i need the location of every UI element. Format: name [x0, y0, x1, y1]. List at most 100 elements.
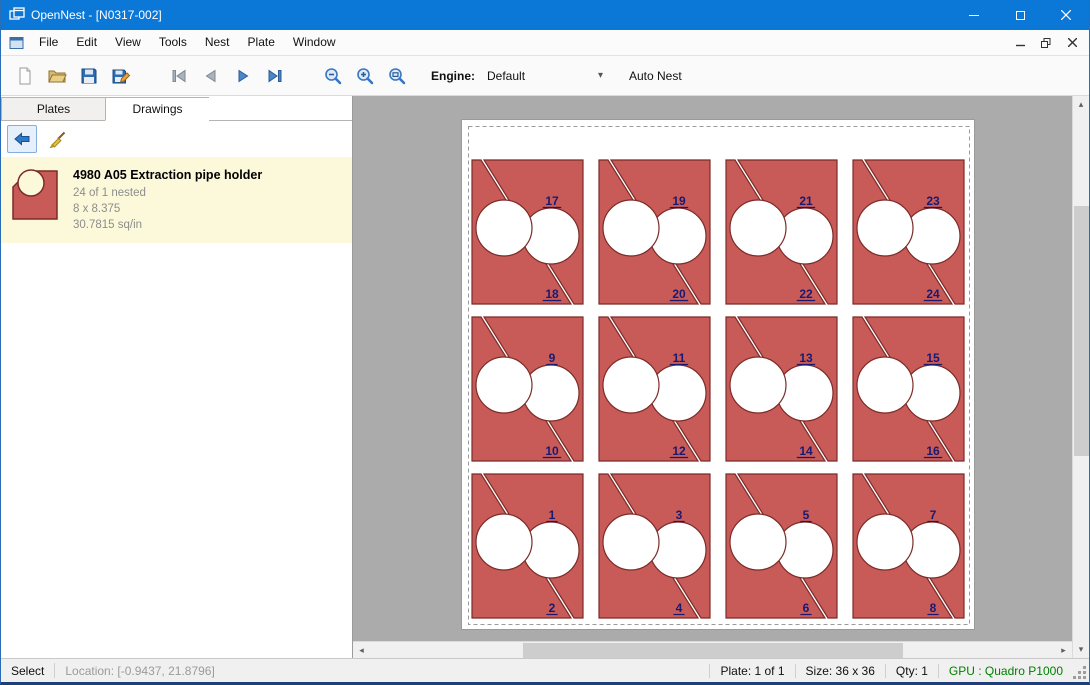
status-plate: Plate: 1 of 1	[709, 664, 794, 678]
go-first-icon	[169, 66, 189, 86]
nest-pair[interactable]: 910	[472, 317, 583, 461]
close-button[interactable]	[1043, 0, 1089, 30]
zoom-in-button[interactable]	[349, 60, 381, 92]
part-number-label: 23	[926, 194, 940, 208]
scroll-left-arrow[interactable]: ◂	[353, 642, 370, 659]
scroll-down-arrow[interactable]: ▾	[1073, 641, 1090, 658]
drawing-size: 8 x 8.375	[73, 201, 262, 217]
tab-strip-filler	[209, 97, 352, 121]
maximize-button[interactable]	[997, 0, 1043, 30]
nest-pair[interactable]: 23 24	[853, 160, 964, 304]
scroll-up-arrow[interactable]: ▴	[1073, 96, 1090, 113]
resize-grip[interactable]	[1073, 659, 1089, 682]
nest-pair[interactable]: 78	[853, 474, 964, 618]
blue-return-arrow-icon	[13, 130, 31, 148]
menu-file[interactable]: File	[30, 30, 67, 55]
menu-nest[interactable]: Nest	[196, 30, 239, 55]
engine-label: Engine:	[431, 69, 475, 83]
open-button[interactable]	[41, 60, 73, 92]
window-title: OpenNest - [N0317-002]	[31, 8, 162, 22]
engine-select[interactable]: Default ▾	[479, 64, 607, 88]
nest-canvas[interactable]: 171819202122232491011121314151612345678	[353, 96, 1072, 641]
drawing-title: 4980 A05 Extraction pipe holder	[73, 167, 262, 183]
vertical-scroll-thumb[interactable]	[1074, 206, 1089, 456]
app-window: OpenNest - [N0317-002] File Edit View To…	[0, 0, 1090, 685]
nest-pair[interactable]: 34	[599, 474, 710, 618]
mdi-child-icon[interactable]	[9, 36, 24, 50]
menu-tools[interactable]: Tools	[150, 30, 196, 55]
main-toolbar: Engine: Default ▾ Auto Nest	[1, 56, 1089, 96]
part-number-label: 18	[545, 287, 559, 301]
zoom-fit-button[interactable]	[381, 60, 413, 92]
replace-drawing-button[interactable]	[7, 125, 37, 153]
content-area: Plates Drawings	[1, 96, 1089, 658]
close-icon	[1061, 10, 1071, 20]
tab-drawings-label: Drawings	[132, 102, 182, 116]
mdi-minimize-button[interactable]	[1007, 32, 1033, 54]
status-location: Location: [-0.9437, 21.8796]	[55, 664, 224, 678]
drawing-nested-count: 24 of 1 nested	[73, 185, 262, 201]
zoom-in-icon	[355, 66, 375, 86]
horizontal-scroll-thumb[interactable]	[523, 643, 903, 658]
zoom-out-button[interactable]	[317, 60, 349, 92]
plate[interactable]: 171819202122232491011121314151612345678	[461, 119, 975, 630]
drawing-meta: 4980 A05 Extraction pipe holder 24 of 1 …	[73, 167, 262, 233]
part-number-label: 20	[672, 287, 686, 301]
status-mode: Select	[1, 664, 54, 678]
new-button[interactable]	[9, 60, 41, 92]
nest-pair[interactable]: 1314	[726, 317, 837, 461]
menu-plate[interactable]: Plate	[239, 30, 284, 55]
go-next-button[interactable]	[227, 60, 259, 92]
part-number-label: 13	[799, 351, 813, 365]
status-qty: Qty: 1	[885, 664, 938, 678]
go-first-button[interactable]	[163, 60, 195, 92]
mdi-minimize-icon	[1016, 38, 1025, 47]
save-button[interactable]	[73, 60, 105, 92]
scroll-right-arrow[interactable]: ▸	[1055, 642, 1072, 659]
menu-edit[interactable]: Edit	[67, 30, 106, 55]
nest-svg[interactable]: 171819202122232491011121314151612345678	[462, 120, 976, 631]
mdi-close-button[interactable]	[1059, 32, 1085, 54]
nest-pair[interactable]: 1516	[853, 317, 964, 461]
clean-button[interactable]	[43, 125, 73, 153]
nest-pair[interactable]: 56	[726, 474, 837, 618]
part-number-label: 7	[930, 508, 937, 522]
nest-pair[interactable]: 1112	[599, 317, 710, 461]
part-number-label: 4	[676, 601, 683, 615]
go-previous-button[interactable]	[195, 60, 227, 92]
mdi-window-controls	[1007, 32, 1089, 54]
sidebar-tabs: Plates Drawings	[1, 96, 352, 121]
go-last-button[interactable]	[259, 60, 291, 92]
window-controls	[951, 0, 1089, 30]
tab-drawings[interactable]: Drawings	[105, 97, 209, 121]
mdi-restore-icon	[1041, 38, 1051, 48]
part-number-label: 6	[803, 601, 810, 615]
horizontal-scrollbar[interactable]: ◂ ▸	[353, 641, 1072, 658]
app-icon	[9, 7, 25, 23]
menu-window[interactable]: Window	[284, 30, 345, 55]
engine-value: Default	[487, 69, 598, 83]
nest-pair[interactable]: 12	[472, 474, 583, 618]
zoom-out-icon	[323, 66, 343, 86]
part-number-label: 10	[545, 444, 559, 458]
minimize-button[interactable]	[951, 0, 997, 30]
mdi-close-icon	[1068, 38, 1077, 47]
minimize-icon	[969, 15, 979, 16]
nest-pair[interactable]: 2122	[726, 160, 837, 304]
vertical-scrollbar[interactable]: ▴ ▾	[1072, 96, 1089, 658]
statusbar: Select Location: [-0.9437, 21.8796] Plat…	[1, 658, 1089, 682]
part-number-label: 8	[930, 601, 937, 615]
status-size: Size: 36 x 36	[795, 664, 885, 678]
mdi-restore-button[interactable]	[1033, 32, 1059, 54]
save-as-button[interactable]	[105, 60, 137, 92]
auto-nest-label[interactable]: Auto Nest	[629, 69, 682, 83]
drawing-list-item[interactable]: 4980 A05 Extraction pipe holder 24 of 1 …	[1, 157, 352, 243]
menu-view[interactable]: View	[106, 30, 150, 55]
tab-plates[interactable]: Plates	[1, 97, 105, 121]
nest-pair[interactable]: 1718	[472, 160, 583, 304]
part-number-label: 19	[672, 194, 686, 208]
nest-pair[interactable]: 1920	[599, 160, 710, 304]
part-number-label: 24	[926, 287, 940, 301]
zoom-fit-icon	[387, 66, 407, 86]
part-number-label: 22	[799, 287, 813, 301]
